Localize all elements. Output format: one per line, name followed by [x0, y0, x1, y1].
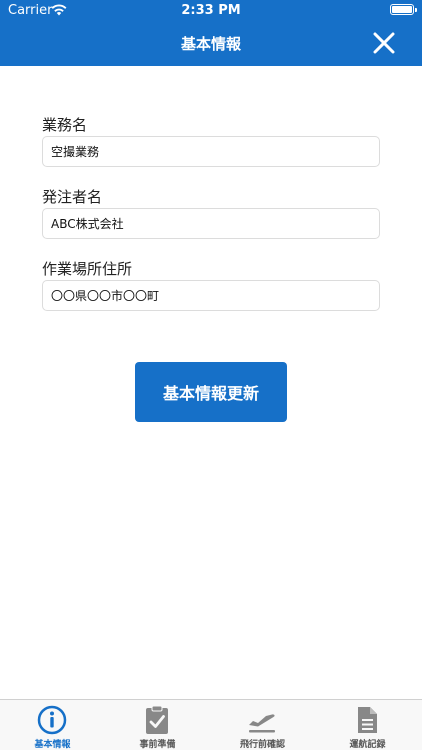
status-bar: Carrier 2:33 PM [0, 0, 422, 22]
document-icon [358, 707, 377, 733]
info-icon [37, 705, 67, 735]
business-name-input[interactable] [42, 136, 380, 167]
work-address-input[interactable] [42, 280, 380, 311]
update-basic-info-button[interactable]: 基本情報更新 [135, 362, 287, 422]
business-name-label: 業務名 [42, 116, 88, 134]
close-icon[interactable] [371, 30, 397, 56]
battery-icon [390, 4, 417, 15]
tab-label: 飛行前確認 [239, 740, 285, 750]
basic-info-form: 業務名 発注者名 作業場所住所 [42, 115, 380, 331]
status-time: 2:33 PM [181, 3, 241, 18]
clipboard-check-icon [146, 705, 168, 734]
tab-bar: 基本情報 事前準備 飛行前確認 運航記録 [0, 699, 422, 750]
tab-basic-info[interactable]: 基本情報 [0, 700, 105, 750]
client-name-input[interactable] [42, 208, 380, 239]
tab-preflight-check[interactable]: 飛行前確認 [210, 700, 315, 750]
client-name-label: 発注者名 [42, 188, 103, 206]
tab-label: 基本情報 [34, 740, 71, 750]
work-address-label: 作業場所住所 [42, 260, 133, 278]
tab-preparation[interactable]: 事前準備 [105, 700, 210, 750]
tab-flight-log[interactable]: 運航記録 [315, 700, 420, 750]
tab-label: 運航記録 [349, 740, 386, 750]
page-title: 基本情報 [180, 35, 241, 53]
tab-label: 事前準備 [139, 740, 176, 750]
airplane-takeoff-icon [249, 714, 275, 733]
navigation-bar: Carrier 2:33 PM 基本情報 [0, 0, 422, 66]
